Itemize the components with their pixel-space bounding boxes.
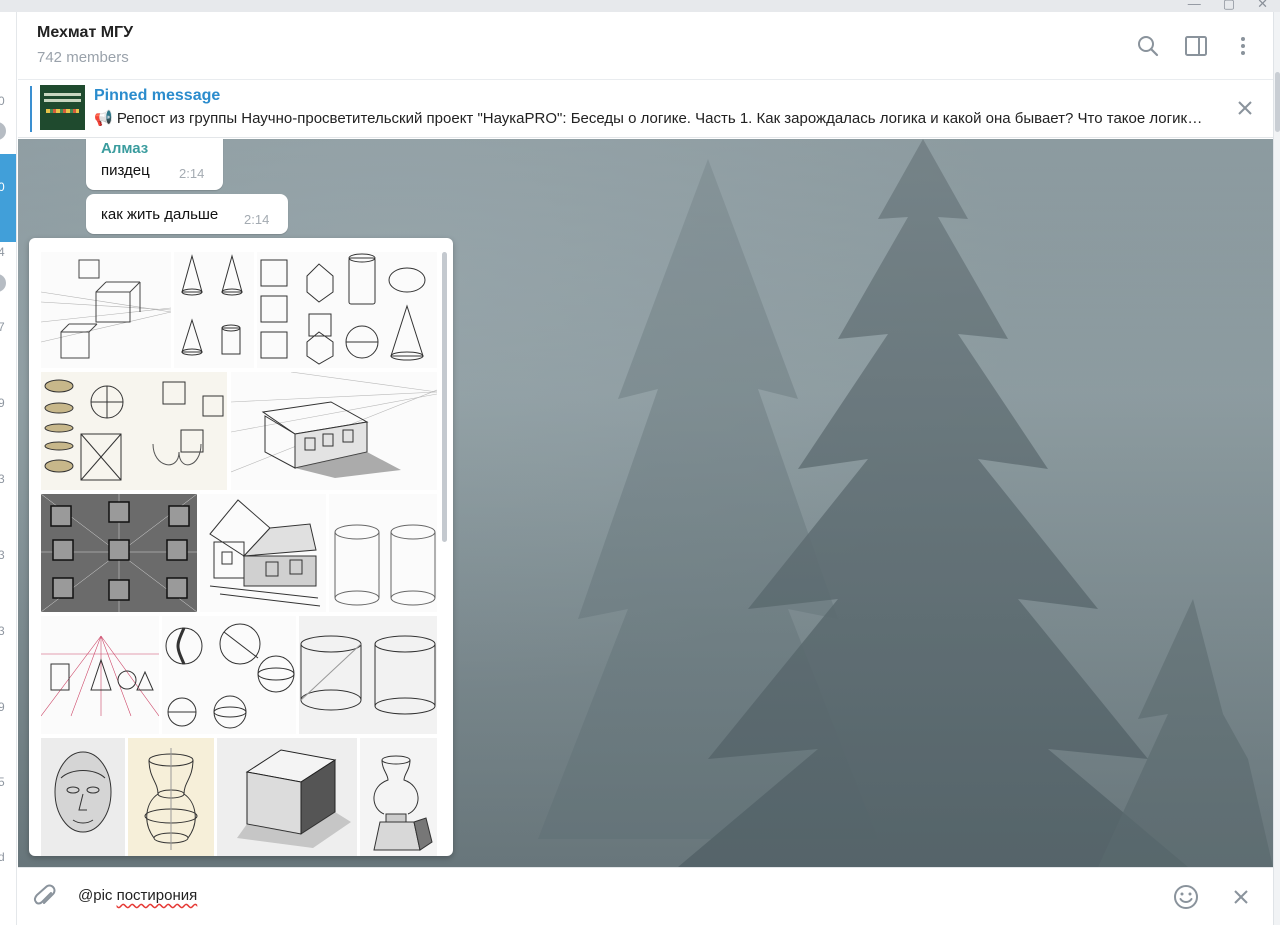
message-bubble[interactable]: как жить дальше 2:14 xyxy=(86,194,288,234)
result-image-perspective-cubes[interactable] xyxy=(41,252,171,368)
chat-list-item-active[interactable]: 0 xyxy=(0,154,16,242)
search-icon[interactable] xyxy=(1136,34,1160,58)
result-image-urn-sketch[interactable] xyxy=(360,738,437,856)
unread-badge xyxy=(0,274,6,292)
chat-list-counter: 0 xyxy=(0,94,5,108)
pinned-thumbnail xyxy=(40,85,85,130)
composer-bot-prefix: @pic xyxy=(78,887,117,904)
chat-list-counter: 3 xyxy=(0,624,5,638)
pinned-message-text: 📢 Репост из группы Научно-просветительск… xyxy=(94,110,1204,127)
result-image-head-study[interactable] xyxy=(41,738,125,856)
message-text: как жить дальше xyxy=(101,206,219,223)
chat-list-counter: 3 xyxy=(0,548,5,562)
pinned-accent-bar xyxy=(30,86,32,132)
chat-list-counter: 3 xyxy=(0,472,5,486)
emoji-icon[interactable] xyxy=(1173,884,1199,910)
message-text: пиздец xyxy=(101,162,150,179)
chat-list-sidebar: 0 0 4 7 9 3 3 3 9 5 d xyxy=(0,12,17,925)
attach-icon[interactable] xyxy=(32,884,58,910)
chat-list-counter: 4 xyxy=(0,245,5,259)
composer-query-text: постирония xyxy=(116,887,198,904)
result-image-prism-drawings[interactable] xyxy=(174,252,254,368)
chat-list-counter: d xyxy=(0,850,5,864)
result-image-cylinder-construction[interactable] xyxy=(329,494,437,612)
chat-list-scrollbar[interactable] xyxy=(1275,72,1280,132)
result-image-floating-cubes[interactable] xyxy=(41,494,197,612)
message-composer: @pic постирония xyxy=(18,867,1273,925)
pinned-message-bar[interactable]: Pinned message 📢 Репост из группы Научно… xyxy=(18,80,1273,138)
maximize-icon[interactable]: ▢ xyxy=(1223,0,1235,12)
close-window-icon[interactable]: ✕ xyxy=(1257,0,1268,12)
more-vertical-icon[interactable] xyxy=(1231,34,1255,58)
result-image-radial-perspective[interactable] xyxy=(41,616,159,734)
message-bubble[interactable]: Алмаз пиздец 2:14 xyxy=(86,139,223,190)
result-image-vase-construction[interactable] xyxy=(128,738,214,856)
close-icon[interactable] xyxy=(1230,886,1256,912)
window-top-strip: — ▢ ✕ xyxy=(0,0,1280,12)
minimize-icon[interactable]: — xyxy=(1188,0,1201,12)
chat-list-counter: 0 xyxy=(0,180,5,194)
sidebar-toggle-icon[interactable] xyxy=(1184,34,1208,58)
results-scrollbar[interactable] xyxy=(442,252,447,542)
result-image-shaded-cube[interactable] xyxy=(217,738,357,856)
window-right-edge xyxy=(1273,12,1280,925)
chat-background: Алмаз пиздец 2:14 как жить дальше 2:14 xyxy=(18,139,1273,867)
inline-bot-results-panel xyxy=(29,238,453,856)
chat-list-counter: 7 xyxy=(0,320,5,334)
pinned-message-label: Pinned message xyxy=(94,87,221,104)
message-time: 2:14 xyxy=(244,212,270,227)
result-image-house-perspective[interactable] xyxy=(231,372,437,490)
message-input[interactable]: @pic постирония xyxy=(78,887,197,904)
message-author[interactable]: Алмаз xyxy=(101,140,148,157)
result-image-geometric-solids[interactable] xyxy=(257,252,437,368)
result-image-cottage-sketch[interactable] xyxy=(200,494,326,612)
window-controls: — ▢ ✕ xyxy=(1188,0,1268,12)
close-icon[interactable] xyxy=(1235,98,1255,118)
result-image-sphere-studies[interactable] xyxy=(162,616,296,734)
chat-title[interactable]: Мехмат МГУ xyxy=(37,24,133,42)
chat-list-counter: 9 xyxy=(0,396,5,410)
chat-header: Мехмат МГУ 742 members xyxy=(18,12,1273,80)
unread-badge xyxy=(0,122,6,140)
result-image-ellipses-and-boxes[interactable] xyxy=(41,372,227,490)
chat-member-count: 742 members xyxy=(37,49,129,66)
chat-list-counter: 9 xyxy=(0,700,5,714)
chat-list-counter: 5 xyxy=(0,775,5,789)
message-time: 2:14 xyxy=(179,166,205,181)
result-image-cylinders-shaded[interactable] xyxy=(299,616,437,734)
